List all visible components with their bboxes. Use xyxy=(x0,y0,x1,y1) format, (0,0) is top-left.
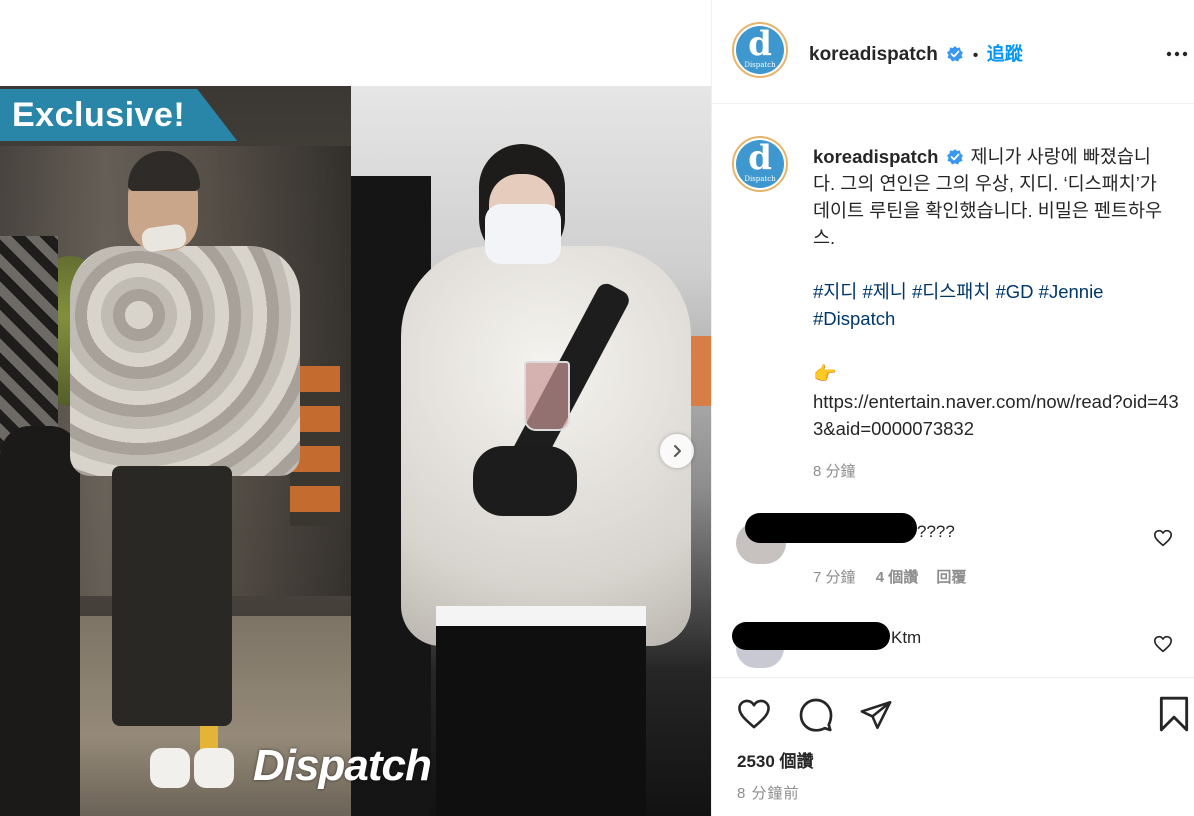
caption-username[interactable]: koreadispatch xyxy=(813,146,938,167)
avatar-image: d Dispatch xyxy=(736,26,784,74)
article-link-text: https://entertain.naver.com/now/read?oid… xyxy=(813,391,1179,439)
bookmark-icon xyxy=(1159,696,1189,732)
more-options-button[interactable] xyxy=(1166,44,1188,62)
post-media[interactable]: Exclusive! Dispatch xyxy=(0,86,711,816)
verified-badge-icon xyxy=(947,46,964,62)
photo-shoe xyxy=(150,748,190,788)
post-timestamp: 8 分鐘前 xyxy=(737,785,800,802)
hashtag-link[interactable]: #제니 xyxy=(862,281,906,302)
caption-timestamp: 8 分鐘 xyxy=(813,463,856,480)
redacted-username xyxy=(745,513,917,543)
heart-icon xyxy=(1154,635,1172,653)
photo-dark-figure xyxy=(0,426,80,816)
comment-like-button[interactable] xyxy=(1153,529,1173,552)
comment-text: ???? xyxy=(917,522,955,541)
instagram-post-page: Exclusive! Dispatch d Dispatch koreadisp… xyxy=(0,0,1194,816)
reply-button[interactable]: 回覆 xyxy=(936,569,966,586)
hashtag-link[interactable]: #Jennie xyxy=(1039,281,1104,302)
hashtag-link[interactable]: #Dispatch xyxy=(813,308,895,329)
redacted-username xyxy=(732,622,890,650)
post-actions-bar: 2530 個讚 8 分鐘前 xyxy=(712,677,1194,816)
comment-meta: 7 分鐘 4 個讚 回覆 xyxy=(813,566,966,587)
share-icon xyxy=(860,700,892,730)
post-header: d Dispatch koreadispatch • 追蹤 xyxy=(712,0,1194,104)
caption: koreadispatch 제니가 사랑에 빠졌습니다. 그의 연인은 그의 우… xyxy=(813,143,1173,251)
follow-button[interactable]: 追蹤 xyxy=(987,44,1023,64)
comment-time: 7 分鐘 xyxy=(813,569,856,586)
caption-avatar-logo: d xyxy=(748,140,772,178)
caption-avatar-image: d Dispatch xyxy=(736,140,784,188)
caption-avatar-logo-sub: Dispatch xyxy=(744,175,776,183)
comment-like-count[interactable]: 4 個讚 xyxy=(876,569,919,586)
more-options-icon xyxy=(1166,51,1188,57)
photo-left-panel xyxy=(0,86,351,816)
avatar-logo-sub: Dispatch xyxy=(744,61,776,69)
exclusive-badge: Exclusive! xyxy=(0,89,237,141)
avatar-logo: d xyxy=(748,26,772,64)
likes-count[interactable]: 2530 個讚 xyxy=(737,747,814,772)
share-button[interactable] xyxy=(858,698,894,737)
post-side-panel: d Dispatch koreadispatch • 追蹤 d Dispatch… xyxy=(711,0,1194,816)
media-top-blank xyxy=(0,0,711,86)
header-username[interactable]: koreadispatch xyxy=(809,44,938,65)
hashtag-link[interactable]: #디스패치 xyxy=(912,281,990,302)
dispatch-watermark: Dispatch xyxy=(253,741,432,790)
avatar[interactable]: d Dispatch xyxy=(732,22,788,78)
comment-button[interactable] xyxy=(798,697,834,738)
next-slide-button[interactable] xyxy=(660,434,694,468)
photo-cup xyxy=(524,361,570,431)
header-separator: • xyxy=(972,47,979,64)
pointing-hand-icon: 👉 xyxy=(813,364,837,385)
photo-bag xyxy=(473,446,577,516)
heart-icon xyxy=(1154,529,1172,547)
photo-pants xyxy=(112,466,232,726)
caption-link-block: 👉 https://entertain.naver.com/now/read?o… xyxy=(813,362,1183,442)
photo-shoe xyxy=(194,748,234,788)
next-slide-icon xyxy=(674,445,681,457)
comment-icon xyxy=(799,698,833,732)
photo-jacket xyxy=(70,246,300,476)
comment-text: Ktm xyxy=(891,628,922,647)
hashtag-list: #지디 #제니 #디스패치 #GD #Jennie #Dispatch xyxy=(813,278,1173,332)
hashtag-link[interactable]: #지디 xyxy=(813,281,857,302)
hashtag-link[interactable]: #GD xyxy=(995,281,1033,302)
photo-legs xyxy=(436,626,646,816)
heart-icon xyxy=(738,699,770,729)
like-button[interactable] xyxy=(736,698,772,735)
caption-avatar[interactable]: d Dispatch xyxy=(732,136,788,192)
header-user-line: koreadispatch • 追蹤 xyxy=(809,40,1023,66)
save-button[interactable] xyxy=(1158,695,1190,738)
photo-right-panel xyxy=(351,86,711,816)
verified-badge-icon xyxy=(947,149,964,165)
comment-like-button[interactable] xyxy=(1153,635,1173,658)
photo-mask-white xyxy=(485,204,561,264)
